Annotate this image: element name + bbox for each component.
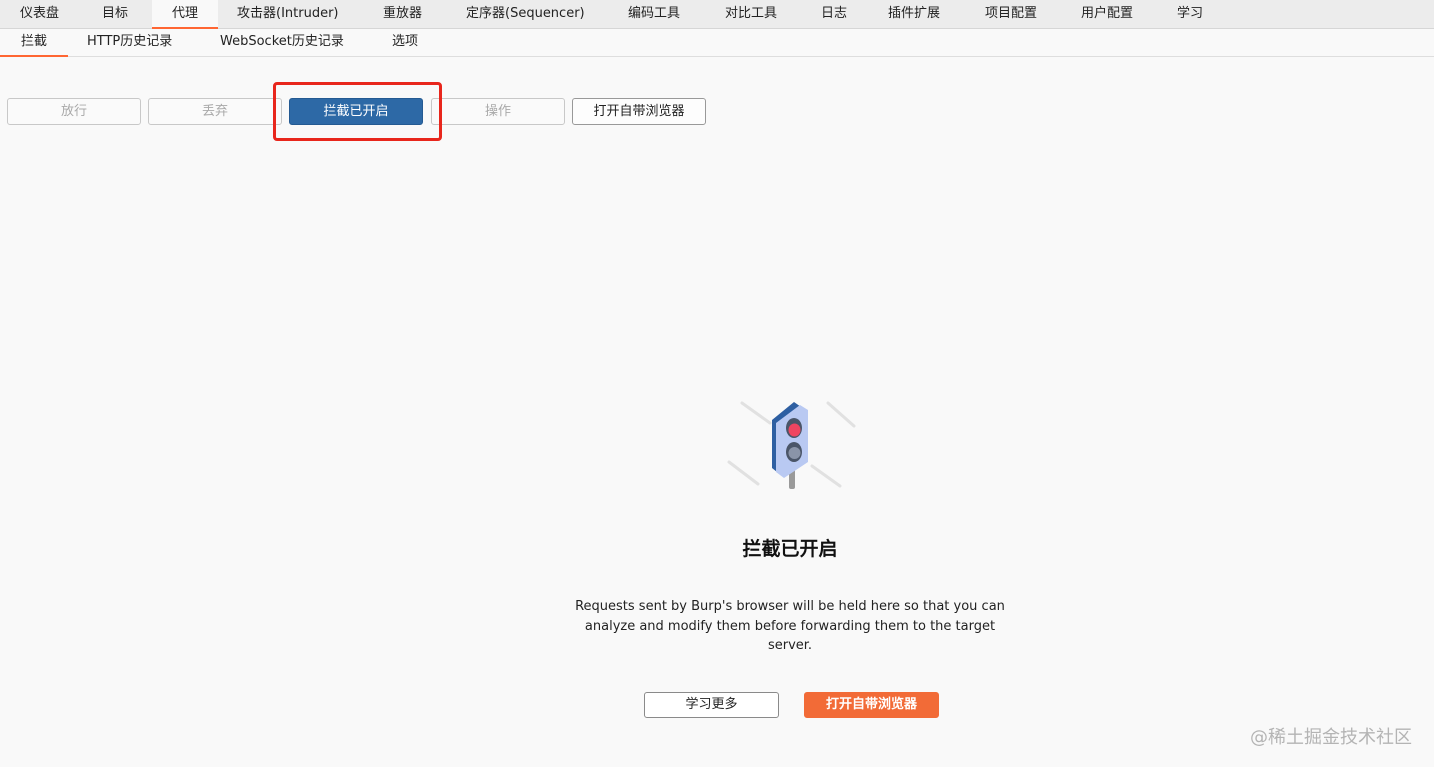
tab-intruder[interactable]: 攻击器(Intruder) bbox=[237, 0, 339, 29]
sub-tab-intercept[interactable]: 拦截 bbox=[0, 29, 68, 57]
open-browser-toolbar-button[interactable]: 打开自带浏览器 bbox=[572, 98, 706, 125]
tab-logger[interactable]: 日志 bbox=[821, 0, 847, 29]
tab-comparer[interactable]: 对比工具 bbox=[725, 0, 777, 29]
tab-project-options[interactable]: 项目配置 bbox=[985, 0, 1037, 29]
tab-repeater[interactable]: 重放器 bbox=[383, 0, 422, 29]
forward-button[interactable]: 放行 bbox=[7, 98, 141, 125]
empty-state-description: Requests sent by Burp's browser will be … bbox=[575, 599, 1005, 653]
tab-extensions[interactable]: 插件扩展 bbox=[888, 0, 940, 29]
main-tab-bar: 仪表盘 目标 代理 攻击器(Intruder) 重放器 定序器(Sequence… bbox=[0, 0, 1434, 29]
tab-proxy[interactable]: 代理 bbox=[152, 0, 218, 29]
traffic-light-icon bbox=[727, 401, 856, 489]
drop-button[interactable]: 丢弃 bbox=[148, 98, 282, 125]
sub-tab-http-history[interactable]: HTTP历史记录 bbox=[87, 29, 172, 57]
empty-state-title: 拦截已开启 bbox=[742, 538, 838, 560]
tab-dashboard[interactable]: 仪表盘 bbox=[20, 0, 59, 29]
tab-learn[interactable]: 学习 bbox=[1177, 0, 1203, 29]
sub-tab-options[interactable]: 选项 bbox=[392, 29, 418, 57]
watermark-text: @稀土掘金技术社区 bbox=[1250, 727, 1412, 748]
tab-decoder[interactable]: 编码工具 bbox=[628, 0, 680, 29]
tab-user-options[interactable]: 用户配置 bbox=[1081, 0, 1133, 29]
annotation-highlight-box bbox=[273, 82, 442, 141]
proxy-sub-tab-bar: 拦截 HTTP历史记录 WebSocket历史记录 选项 bbox=[0, 29, 1434, 57]
sub-tab-websocket-history[interactable]: WebSocket历史记录 bbox=[220, 29, 344, 57]
learn-more-button[interactable]: 学习更多 bbox=[644, 692, 779, 718]
action-button[interactable]: 操作 bbox=[431, 98, 565, 125]
open-browser-button[interactable]: 打开自带浏览器 bbox=[804, 692, 939, 718]
tab-target[interactable]: 目标 bbox=[102, 0, 128, 29]
tab-sequencer[interactable]: 定序器(Sequencer) bbox=[466, 0, 585, 29]
